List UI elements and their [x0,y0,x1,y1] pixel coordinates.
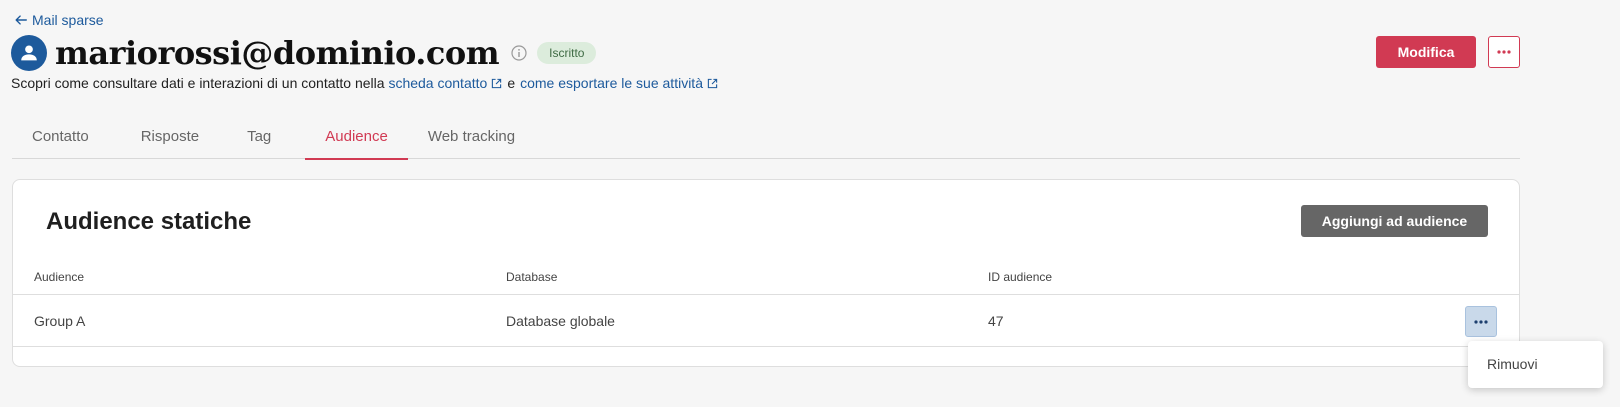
back-link[interactable]: Mail sparse [14,12,104,28]
tab-web-tracking[interactable]: Web tracking [408,118,535,159]
table-row: Group A Database globale 47 [13,296,1519,347]
contact-sheet-link[interactable]: scheda contatto [388,75,502,91]
card-title: Audience statiche [46,208,252,235]
title-row: mariorossi@dominio.com Iscritto [11,34,597,72]
subtitle-text: Scopri come consultare dati e interazion… [11,75,385,91]
column-header-audience: Audience [34,270,85,284]
tab-tag[interactable]: Tag [231,118,291,159]
row-actions-menu: Rimuovi [1468,341,1603,388]
subtitle: Scopri come consultare dati e interazion… [11,75,718,91]
page-title: mariorossi@dominio.com [55,34,500,72]
tab-contatto[interactable]: Contatto [12,118,109,159]
tab-risposte[interactable]: Risposte [109,118,231,159]
row-actions-button[interactable] [1465,306,1497,337]
avatar [11,35,47,71]
status-badge: Iscritto [537,42,597,64]
static-audiences-card: Audience statiche Aggiungi ad audience A… [12,179,1520,367]
external-link-icon [492,78,502,88]
cell-id: 47 [988,313,1004,329]
subtitle-separator: e [507,75,516,91]
cell-database: Database globale [506,313,615,329]
column-header-database: Database [506,270,558,284]
tab-bar: Contatto Risposte Tag Audience Web track… [12,118,1520,160]
info-icon[interactable] [511,45,527,61]
external-link-icon [707,78,718,88]
column-header-id: ID audience [988,270,1053,284]
cell-audience: Group A [34,313,86,329]
more-horizontal-icon [1474,319,1488,324]
export-activities-link-label: come esportare le sue attività [520,75,703,91]
table-header: Audience Database ID audience [13,266,1519,295]
contact-sheet-link-label: scheda contatto [388,75,488,91]
export-activities-link[interactable]: come esportare le sue attività [520,75,718,91]
user-icon [21,45,37,61]
more-horizontal-icon [1497,50,1511,54]
back-link-label: Mail sparse [32,12,104,28]
menu-item-remove[interactable]: Rimuovi [1487,356,1538,372]
tab-audience[interactable]: Audience [305,118,408,160]
edit-button[interactable]: Modifica [1376,36,1476,68]
more-actions-button[interactable] [1488,36,1520,68]
arrow-left-icon [15,15,27,25]
add-to-audience-button[interactable]: Aggiungi ad audience [1301,205,1488,237]
